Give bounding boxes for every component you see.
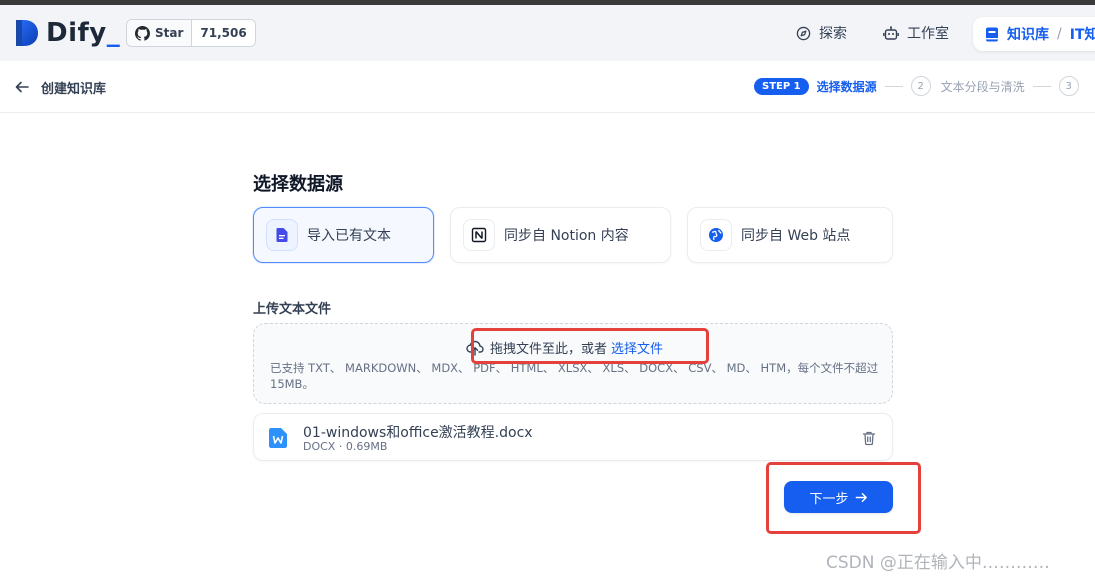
source-web[interactable]: 同步自 Web 站点 [687,207,893,263]
source-notion-label: 同步自 Notion 内容 [504,228,629,244]
logo-text: Dify_ [46,18,121,48]
dify-logo-icon [16,20,38,46]
step-1-badge: STEP 1 [754,77,809,95]
nav-knowledge[interactable]: 知识库 / IT知 [973,17,1095,51]
dify-logo[interactable]: Dify_ [14,18,120,48]
nav-separator: / [1057,26,1062,42]
github-star-button[interactable]: Star [127,20,193,46]
robot-icon [883,25,899,40]
annotation-highlight-dropzone [471,328,709,364]
step-3-number: 3 [1058,76,1079,96]
github-star-label: Star [155,26,184,40]
nav-current-dataset[interactable]: IT知 [1070,24,1095,44]
page-title: 创建知识库 [41,82,107,97]
section-title: 选择数据源 [253,174,343,195]
notion-icon [471,227,487,243]
word-file-icon [269,428,287,448]
trash-icon[interactable] [861,430,877,446]
source-import-text-label: 导入已有文本 [307,228,391,244]
github-star-widget[interactable]: Star 71,506 [126,19,256,47]
upload-label: 上传文本文件 [253,302,332,317]
dropzone-hint: 已支持 TXT、 MARKDOWN、 MDX、 PDF、 HTML、 XLSX、… [270,361,879,391]
top-header: Dify_ Star 71,506 探索 工作室 知识库 / IT知 [0,5,1095,61]
stepper: STEP 1 选择数据源 2 文本分段与清洗 3 [754,76,1089,96]
github-icon [135,25,150,41]
source-icon-wrapper [700,219,732,251]
annotation-highlight-next [766,462,921,534]
step-2-label: 文本分段与清洗 [940,79,1025,94]
nav-knowledge-label: 知识库 [1007,27,1049,43]
step-divider [1032,85,1051,87]
step-1-label: 选择数据源 [816,79,877,94]
source-web-label: 同步自 Web 站点 [741,228,851,244]
file-text-icon [276,228,288,242]
github-star-count[interactable]: 71,506 [192,20,255,46]
nav-studio[interactable]: 工作室 [883,19,949,47]
uploaded-file-item[interactable]: 01-windows和office激活教程.docx DOCX · 0.69MB [253,413,893,461]
compass-icon [796,26,811,40]
source-icon-wrapper [463,219,495,251]
nav-studio-label: 工作室 [907,26,949,42]
source-notion[interactable]: 同步自 Notion 内容 [450,207,671,263]
globe-icon [709,228,723,242]
step-divider [884,85,903,87]
nav-explore[interactable]: 探索 [796,19,847,47]
file-meta: DOCX · 0.69MB [303,440,388,453]
source-icon-wrapper [266,219,298,251]
csdn-watermark: CSDN @正在输入中………… [826,553,1050,573]
nav-explore-label: 探索 [819,26,847,42]
book-icon [986,27,998,41]
step-2-number: 2 [910,76,931,96]
source-import-text[interactable]: 导入已有文本 [253,207,434,263]
file-name: 01-windows和office激活教程.docx [303,425,533,441]
create-knowledge-subheader: 创建知识库 STEP 1 选择数据源 2 文本分段与清洗 3 [0,61,1095,113]
arrow-left-icon[interactable] [14,79,30,95]
